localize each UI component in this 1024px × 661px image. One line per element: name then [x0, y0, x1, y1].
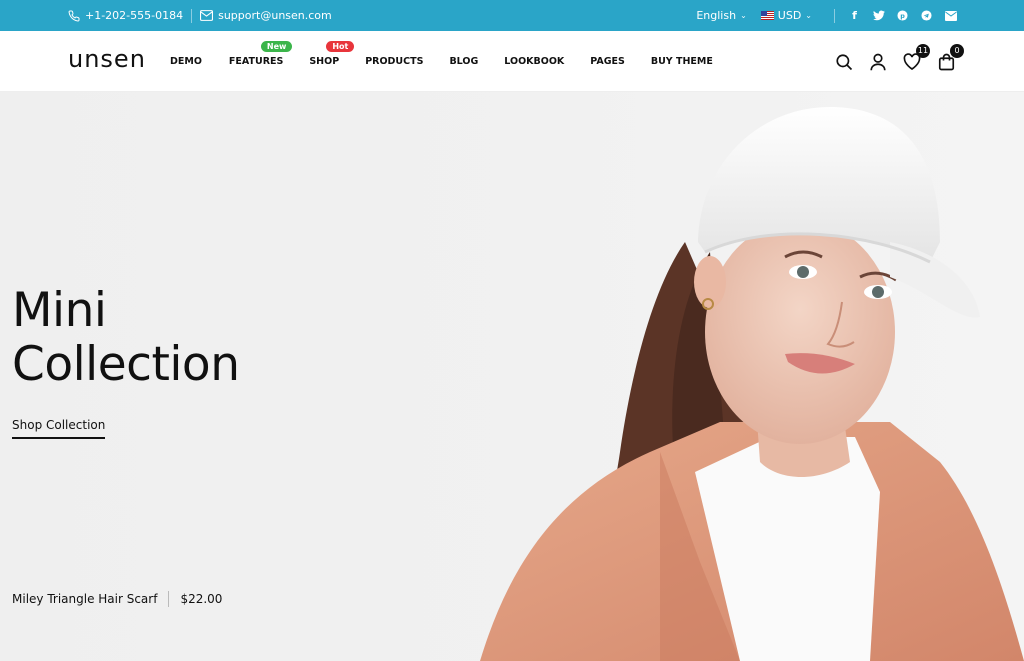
product-price: $22.00	[180, 592, 223, 606]
email-address: support@unsen.com	[218, 9, 332, 22]
nav-item-buy-theme[interactable]: BUY THEME	[651, 56, 713, 67]
hot-badge: Hot	[326, 41, 355, 52]
topbar-right: English ⌄ USD ⌄ f p	[696, 0, 957, 31]
account-button[interactable]	[868, 52, 888, 72]
nav-item-pages[interactable]: PAGES	[590, 56, 625, 67]
divider	[834, 8, 835, 23]
twitter-icon[interactable]	[873, 10, 885, 21]
hero-title: Mini Collection	[12, 283, 240, 392]
language-value: English	[696, 9, 737, 22]
nav-item-demo[interactable]: DEMO	[170, 56, 202, 67]
search-icon	[836, 53, 853, 70]
featured-product[interactable]: Miley Triangle Hair Scarf $22.00	[12, 591, 222, 607]
language-selector[interactable]: English ⌄	[696, 9, 746, 22]
nav-item-features[interactable]: FEATURES New	[229, 41, 293, 67]
phone-icon	[68, 9, 80, 22]
hero-banner: Mini Collection Shop Collection Miley Tr…	[0, 92, 1024, 661]
email-icon[interactable]	[945, 10, 957, 21]
chevron-down-icon: ⌄	[740, 11, 747, 20]
wishlist-count: 11	[916, 43, 930, 58]
cart-button[interactable]: 0	[936, 43, 964, 72]
facebook-icon[interactable]: f	[849, 9, 860, 22]
user-icon	[870, 53, 886, 70]
contact-info: +1-202-555-0184 support@unsen.com	[68, 0, 332, 31]
currency-value: USD	[777, 9, 802, 22]
chevron-down-icon: ⌄	[805, 11, 812, 20]
social-links: f p	[849, 9, 957, 22]
nav-item-shop[interactable]: SHOP Hot	[309, 41, 355, 67]
product-name: Miley Triangle Hair Scarf	[12, 592, 158, 606]
hero-title-line-1: Mini	[12, 283, 107, 338]
mail-icon	[200, 10, 214, 21]
main-header: unsen DEMO FEATURES New SHOP Hot PRODUCT…	[0, 31, 1024, 92]
currency-selector[interactable]: USD ⌄	[760, 9, 812, 22]
new-badge: New	[260, 41, 293, 52]
top-bar: +1-202-555-0184 support@unsen.com Englis…	[0, 0, 1024, 31]
nav-item-lookbook[interactable]: LOOKBOOK	[504, 56, 564, 67]
cart-count: 0	[950, 43, 964, 58]
phone-link[interactable]: +1-202-555-0184	[68, 9, 183, 22]
nav-item-products[interactable]: PRODUCTS	[365, 56, 423, 67]
svg-text:p: p	[900, 12, 905, 20]
nav-item-blog[interactable]: BLOG	[449, 56, 478, 67]
divider	[191, 8, 193, 23]
hero-title-line-2: Collection	[12, 337, 240, 392]
hero-model-image	[480, 107, 1024, 661]
site-logo[interactable]: unsen	[68, 45, 146, 73]
email-link[interactable]: support@unsen.com	[200, 9, 332, 22]
shop-collection-link[interactable]: Shop Collection	[12, 418, 106, 439]
search-button[interactable]	[834, 52, 854, 72]
pinterest-icon[interactable]: p	[897, 10, 908, 21]
us-flag-icon	[760, 11, 774, 20]
phone-number: +1-202-555-0184	[85, 9, 184, 22]
main-nav: DEMO FEATURES New SHOP Hot PRODUCTS BLOG…	[170, 31, 713, 92]
divider	[168, 591, 170, 607]
wishlist-button[interactable]: 11	[902, 43, 930, 72]
telegram-icon[interactable]	[921, 10, 932, 21]
header-icons: 11 0	[834, 31, 964, 92]
